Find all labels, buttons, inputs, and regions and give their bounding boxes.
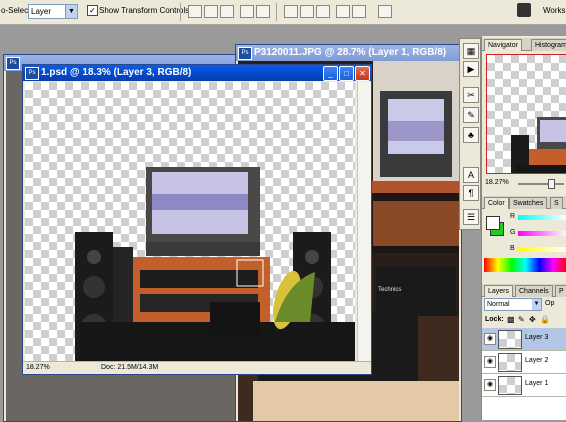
maximize-button[interactable]: □ bbox=[339, 66, 354, 81]
eye-icon[interactable]: ◉ bbox=[484, 356, 496, 368]
window-title: 1.psd @ 18.3% (Layer 3, RGB/8) bbox=[41, 67, 192, 78]
photoshop-doc-icon: Ps bbox=[6, 57, 20, 70]
tab-color[interactable]: Color bbox=[484, 197, 509, 209]
blue-slider[interactable] bbox=[518, 247, 566, 252]
auto-align-icon[interactable] bbox=[378, 5, 392, 18]
layer-thumbnail bbox=[498, 330, 522, 349]
photoshop-doc-icon: Ps bbox=[238, 47, 252, 60]
layer-row[interactable]: ◉ Layer 1 bbox=[482, 374, 566, 397]
align-bottom-icon[interactable] bbox=[220, 5, 234, 18]
distribute-hcenter-icon[interactable] bbox=[352, 5, 366, 18]
navigator-tabs: Navigator Histogram bbox=[482, 38, 566, 51]
color-spectrum-bar[interactable] bbox=[484, 258, 566, 272]
distribute-vcenter-icon[interactable] bbox=[300, 5, 314, 18]
panel-icons-strip: ▦ ▶ ✂ ✎ ♣ A ¶ ☰ bbox=[459, 38, 481, 230]
tab-layers[interactable]: Layers bbox=[484, 285, 514, 297]
lock-position-icon[interactable]: ✥ bbox=[529, 315, 536, 324]
right-panel-dock: Navigator Histogram 18.27% Color Swatche… bbox=[481, 36, 566, 420]
align-left-icon[interactable] bbox=[240, 5, 254, 18]
chevron-down-icon: ▼ bbox=[65, 5, 77, 18]
chevron-down-icon: ▼ bbox=[532, 299, 541, 310]
red-label: R bbox=[510, 213, 516, 220]
layer-comps-icon[interactable]: ☰ bbox=[463, 209, 479, 225]
green-label: G bbox=[510, 229, 516, 236]
window-title: P3120011.JPG @ 28.7% (Layer 1, RGB/8) bbox=[254, 47, 447, 58]
close-button[interactable]: ✕ bbox=[355, 66, 370, 81]
navigator-preview[interactable] bbox=[486, 54, 566, 174]
eye-icon[interactable]: ◉ bbox=[484, 333, 496, 345]
layer-thumbnail bbox=[498, 376, 522, 395]
document-canvas[interactable] bbox=[25, 82, 355, 361]
scissors-icon[interactable]: ✂ bbox=[463, 87, 479, 103]
layer-row[interactable]: ◉ Layer 3 bbox=[482, 328, 566, 351]
actions-panel-icon[interactable]: ▶ bbox=[463, 61, 479, 77]
zoom-slider-thumb[interactable] bbox=[548, 179, 555, 189]
character-panel-icon[interactable]: A bbox=[463, 167, 479, 183]
align-hcenter-icon[interactable] bbox=[256, 5, 270, 18]
composite-artwork bbox=[75, 167, 355, 361]
distribute-bottom-icon[interactable] bbox=[316, 5, 330, 18]
distribute-top-icon[interactable] bbox=[284, 5, 298, 18]
green-slider[interactable] bbox=[518, 231, 566, 236]
workspace-label: Worksp bbox=[543, 6, 566, 15]
navigator-zoom[interactable]: 18.27% bbox=[485, 179, 509, 186]
lock-label: Lock: bbox=[485, 316, 504, 323]
tab-channels[interactable]: Channels bbox=[515, 285, 553, 297]
foreground-color-swatch[interactable] bbox=[486, 216, 500, 230]
layer-thumbnail bbox=[498, 353, 522, 372]
auto-select-dropdown[interactable]: Layer ▼ bbox=[28, 4, 78, 19]
lock-transparency-icon[interactable]: ▩ bbox=[507, 315, 515, 324]
align-vcenter-icon[interactable] bbox=[204, 5, 218, 18]
blend-mode-select[interactable]: Normal ▼ bbox=[484, 298, 542, 311]
tab-styles[interactable]: S bbox=[550, 197, 563, 209]
divider bbox=[276, 3, 277, 21]
navigator-panel-icon[interactable]: ▦ bbox=[463, 43, 479, 59]
color-tabs: Color Swatches S bbox=[482, 196, 566, 209]
opacity-label: Op bbox=[545, 300, 555, 307]
paragraph-panel-icon[interactable]: ¶ bbox=[463, 185, 479, 201]
window-titlebar[interactable]: Ps 1.psd @ 18.3% (Layer 3, RGB/8) _ □ ✕ bbox=[23, 65, 371, 81]
layers-list: ◉ Layer 3 ◉ Layer 2 ◉ Layer 1 bbox=[482, 328, 566, 420]
photoshop-doc-icon: Ps bbox=[25, 67, 39, 80]
lock-pixels-icon[interactable]: ✎ bbox=[518, 315, 525, 324]
lock-all-icon[interactable]: 🔒 bbox=[540, 315, 550, 324]
red-slider[interactable] bbox=[518, 215, 566, 220]
minimize-button[interactable]: _ bbox=[323, 66, 338, 81]
layer-name: Layer 1 bbox=[525, 380, 549, 387]
vertical-scrollbar[interactable] bbox=[357, 82, 371, 361]
layer-name: Layer 2 bbox=[525, 357, 549, 364]
eye-icon[interactable]: ◉ bbox=[484, 379, 496, 391]
show-transform-checkbox[interactable]: ✓ bbox=[87, 5, 98, 16]
tab-navigator[interactable]: Navigator bbox=[484, 39, 522, 51]
show-transform-label: Show Transform Controls bbox=[99, 6, 190, 15]
options-bar: o-Select: Layer ▼ ✓ Show Transform Contr… bbox=[0, 0, 566, 25]
divider bbox=[180, 3, 181, 21]
tab-swatches[interactable]: Swatches bbox=[509, 197, 548, 209]
brush-panel-icon[interactable]: ✎ bbox=[463, 107, 479, 123]
status-bar: 18.27% Doc: 21.5M/14.3M bbox=[23, 361, 371, 374]
distribute-left-icon[interactable] bbox=[336, 5, 350, 18]
document-window-active[interactable]: Ps 1.psd @ 18.3% (Layer 3, RGB/8) _ □ ✕ bbox=[22, 64, 372, 375]
tab-histogram[interactable]: Histogram bbox=[531, 39, 566, 51]
doc-size-readout: Doc: 21.5M/14.3M bbox=[101, 364, 159, 371]
zoom-slider[interactable] bbox=[518, 183, 564, 185]
tab-paths[interactable]: P bbox=[555, 285, 566, 297]
layers-tabs: Layers Channels P bbox=[482, 284, 566, 297]
blue-label: B bbox=[510, 245, 515, 252]
auto-select-value: Layer bbox=[31, 7, 52, 16]
blend-mode-value: Normal bbox=[487, 301, 510, 308]
zoom-readout[interactable]: 18.27% bbox=[26, 362, 50, 374]
brand-label: Technics bbox=[378, 287, 401, 293]
align-top-icon[interactable] bbox=[188, 5, 202, 18]
layer-name: Layer 3 bbox=[525, 334, 549, 341]
workspace-icon[interactable] bbox=[517, 3, 531, 17]
layer-row[interactable]: ◉ Layer 2 bbox=[482, 351, 566, 374]
clone-panel-icon[interactable]: ♣ bbox=[463, 127, 479, 143]
window-titlebar[interactable]: Ps P3120011.JPG @ 28.7% (Layer 1, RGB/8) bbox=[236, 45, 461, 61]
